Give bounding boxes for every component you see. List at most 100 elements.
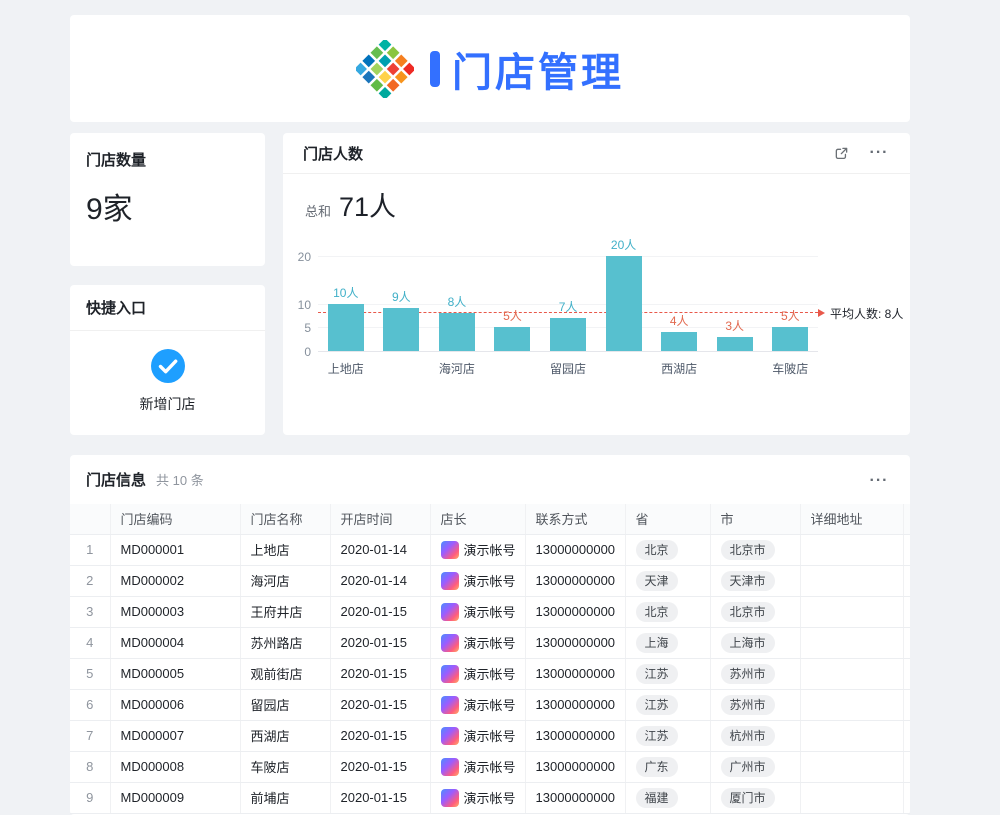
cell-manager: 演示帐号 (430, 534, 525, 565)
chart-bar[interactable] (383, 308, 419, 351)
province-tag: 福建 (636, 788, 678, 808)
cell-row-index: 6 (70, 689, 110, 720)
manager-name: 演示帐号 (464, 757, 516, 776)
province-tag: 北京 (636, 540, 678, 560)
check-badge-icon (149, 347, 187, 385)
cell-address (800, 689, 903, 720)
cell-store-name: 西湖店 (240, 720, 330, 751)
cell-contact: 13000000000 (525, 782, 625, 813)
table-row: 9MD000009前埔店2020-01-15演示帐号13000000000福建厦… (70, 782, 910, 813)
cell-city: 北京市 (710, 596, 800, 627)
store-count-card: 门店数量 9家 (70, 133, 265, 266)
average-line-arrow-icon (818, 309, 825, 317)
app-logo-icon (356, 40, 414, 98)
store-table-body: 1MD000001上地店2020-01-14演示帐号13000000000北京北… (70, 534, 910, 813)
cell-province: 北京 (625, 596, 710, 627)
store-info-card: 门店信息 共 10 条 ··· 门店编码门店名称开店时间店长联系方式省市详细地址… (70, 455, 910, 815)
province-tag: 北京 (636, 602, 678, 622)
city-tag: 北京市 (721, 602, 775, 622)
cell-address (800, 720, 903, 751)
chart-bar[interactable] (717, 337, 753, 351)
cell-contact: 13000000000 (525, 720, 625, 751)
cell-cut (903, 720, 910, 751)
city-tag: 苏州市 (721, 695, 775, 715)
headcount-card-header: 门店人数 ··· (283, 133, 910, 174)
cell-province: 江苏 (625, 689, 710, 720)
cell-store-name: 上地店 (240, 534, 330, 565)
column-header: 门店名称 (240, 504, 330, 534)
cell-province: 福建 (625, 782, 710, 813)
manager-name: 演示帐号 (464, 571, 516, 590)
chart-bar[interactable] (550, 318, 586, 351)
table-menu-button[interactable]: ··· (868, 470, 890, 492)
open-in-new-icon (834, 146, 849, 161)
add-store-label: 新增门店 (140, 394, 196, 414)
card-menu-button[interactable]: ··· (868, 142, 890, 164)
total-row: 总和 71人 (305, 185, 396, 224)
cell-city: 苏州市 (710, 658, 800, 689)
province-tag: 上海 (636, 633, 678, 653)
cell-open-date: 2020-01-15 (330, 782, 430, 813)
page-title: 门店管理 (452, 40, 624, 98)
y-axis-tick: 10 (283, 298, 311, 312)
headcount-card: 门店人数 ··· 总和 71人 051020 10人9人8人5人7人20人4人3… (283, 133, 910, 435)
table-row: 1MD000001上地店2020-01-14演示帐号13000000000北京北… (70, 534, 910, 565)
chart-bar[interactable] (494, 327, 530, 351)
cell-store-code: MD000008 (110, 751, 240, 782)
chart-bar[interactable] (661, 332, 697, 351)
chart-bar[interactable] (772, 327, 808, 351)
bar-slot: 3人 (707, 257, 763, 351)
cell-cut (903, 565, 910, 596)
bar-slot: 10人 (318, 257, 374, 351)
bar-slot: 5人 (763, 257, 819, 351)
cell-contact: 13000000000 (525, 534, 625, 565)
record-count: 共 10 条 (156, 470, 852, 489)
cell-contact: 13000000000 (525, 627, 625, 658)
headcount-title: 门店人数 (303, 143, 814, 164)
cell-store-code: MD000009 (110, 782, 240, 813)
cell-cut (903, 534, 910, 565)
title-accent-bar (430, 51, 440, 87)
expand-button[interactable] (830, 142, 852, 164)
manager-avatar-icon (441, 572, 459, 590)
table-row: 7MD000007西湖店2020-01-15演示帐号13000000000江苏杭… (70, 720, 910, 751)
manager-name: 演示帐号 (464, 788, 516, 807)
manager-avatar-icon (441, 696, 459, 714)
table-row: 2MD000002海河店2020-01-14演示帐号13000000000天津天… (70, 565, 910, 596)
add-store-button[interactable]: 新增门店 (70, 347, 265, 414)
bar-slot: 8人 (429, 257, 485, 351)
cell-contact: 13000000000 (525, 689, 625, 720)
cell-store-name: 海河店 (240, 565, 330, 596)
cell-store-code: MD000002 (110, 565, 240, 596)
total-value: 71人 (339, 185, 396, 224)
cell-open-date: 2020-01-15 (330, 627, 430, 658)
cell-address (800, 782, 903, 813)
column-header: 门店编码 (110, 504, 240, 534)
cell-address (800, 534, 903, 565)
manager-avatar-icon (441, 789, 459, 807)
cell-store-name: 前埔店 (240, 782, 330, 813)
bar-value-label: 9人 (392, 291, 411, 303)
bar-value-label: 5人 (781, 310, 800, 322)
cell-contact: 13000000000 (525, 596, 625, 627)
y-axis-tick: 5 (283, 321, 311, 335)
cell-cut (903, 782, 910, 813)
cell-cut (903, 751, 910, 782)
cell-manager: 演示帐号 (430, 782, 525, 813)
cell-store-name: 王府井店 (240, 596, 330, 627)
cell-store-name: 观前街店 (240, 658, 330, 689)
table-row: 6MD000006留园店2020-01-15演示帐号13000000000江苏苏… (70, 689, 910, 720)
manager-name: 演示帐号 (464, 664, 516, 683)
province-tag: 江苏 (636, 726, 678, 746)
chart-bar[interactable] (439, 313, 475, 351)
cell-store-name: 留园店 (240, 689, 330, 720)
quick-entry-header: 快捷入口 (70, 285, 265, 331)
cell-manager: 演示帐号 (430, 751, 525, 782)
bar-value-label: 20人 (611, 239, 636, 251)
chart-bar[interactable] (328, 304, 364, 352)
store-info-header: 门店信息 共 10 条 ··· (70, 455, 910, 504)
province-tag: 江苏 (636, 695, 678, 715)
chart-bar[interactable] (606, 256, 642, 351)
bar-slot: 5人 (485, 257, 541, 351)
cell-row-index: 9 (70, 782, 110, 813)
